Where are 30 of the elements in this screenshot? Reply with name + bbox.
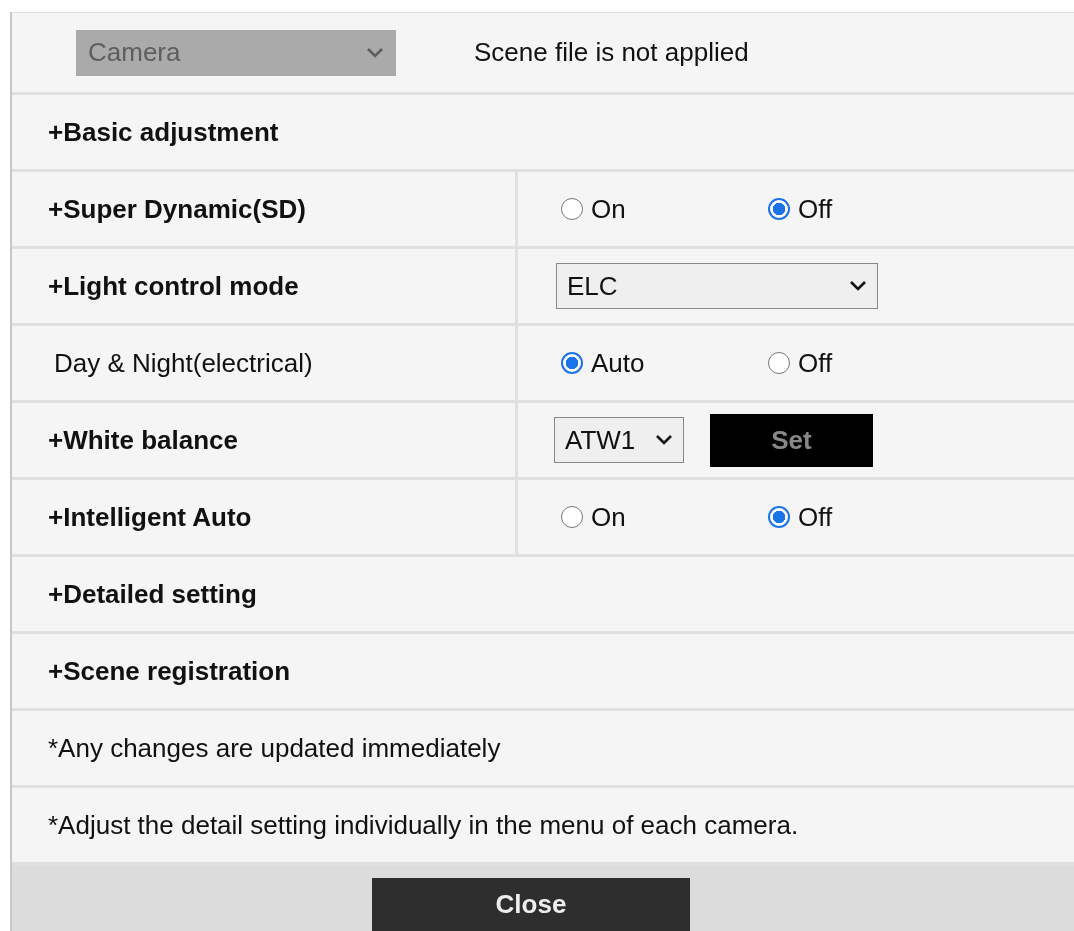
radio-button[interactable] bbox=[561, 506, 583, 528]
radio-label: Auto bbox=[591, 347, 645, 379]
setting-label: +Intelligent Auto bbox=[48, 501, 252, 533]
dropdown[interactable]: ELC bbox=[556, 263, 878, 309]
setting-label: +White balance bbox=[48, 424, 238, 456]
radio-button[interactable] bbox=[768, 506, 790, 528]
set-button[interactable]: Set bbox=[710, 413, 873, 467]
note-text: *Any changes are updated immediately bbox=[48, 732, 501, 764]
close-button[interactable]: Close bbox=[372, 878, 690, 931]
radio-button[interactable] bbox=[561, 352, 583, 374]
radio-button[interactable] bbox=[768, 198, 790, 220]
radio-label: Off bbox=[798, 501, 833, 533]
radio-label: On bbox=[591, 193, 626, 225]
scene-status-text: Scene file is not applied bbox=[474, 37, 749, 68]
chevron-icon bbox=[849, 280, 867, 292]
setting-label: +Super Dynamic(SD) bbox=[48, 193, 306, 225]
note-text: *Adjust the detail setting individually in the menu of each camera. bbox=[48, 809, 799, 841]
chevron-icon bbox=[366, 46, 384, 59]
section-heading[interactable]: +Scene registration bbox=[48, 655, 291, 687]
radio-button[interactable] bbox=[768, 352, 790, 374]
radio-button[interactable] bbox=[561, 198, 583, 220]
setting-label: +Light control mode bbox=[48, 270, 299, 302]
dropdown[interactable]: ATW1 bbox=[554, 417, 684, 463]
radio-label: Off bbox=[798, 347, 833, 379]
setting-label: Day & Night(electrical) bbox=[53, 347, 313, 379]
section-heading[interactable]: +Basic adjustment bbox=[48, 116, 279, 148]
chevron-icon bbox=[655, 434, 673, 446]
radio-label: Off bbox=[798, 193, 833, 225]
section-heading[interactable]: +Detailed setting bbox=[48, 578, 257, 610]
radio-label: On bbox=[591, 501, 626, 533]
